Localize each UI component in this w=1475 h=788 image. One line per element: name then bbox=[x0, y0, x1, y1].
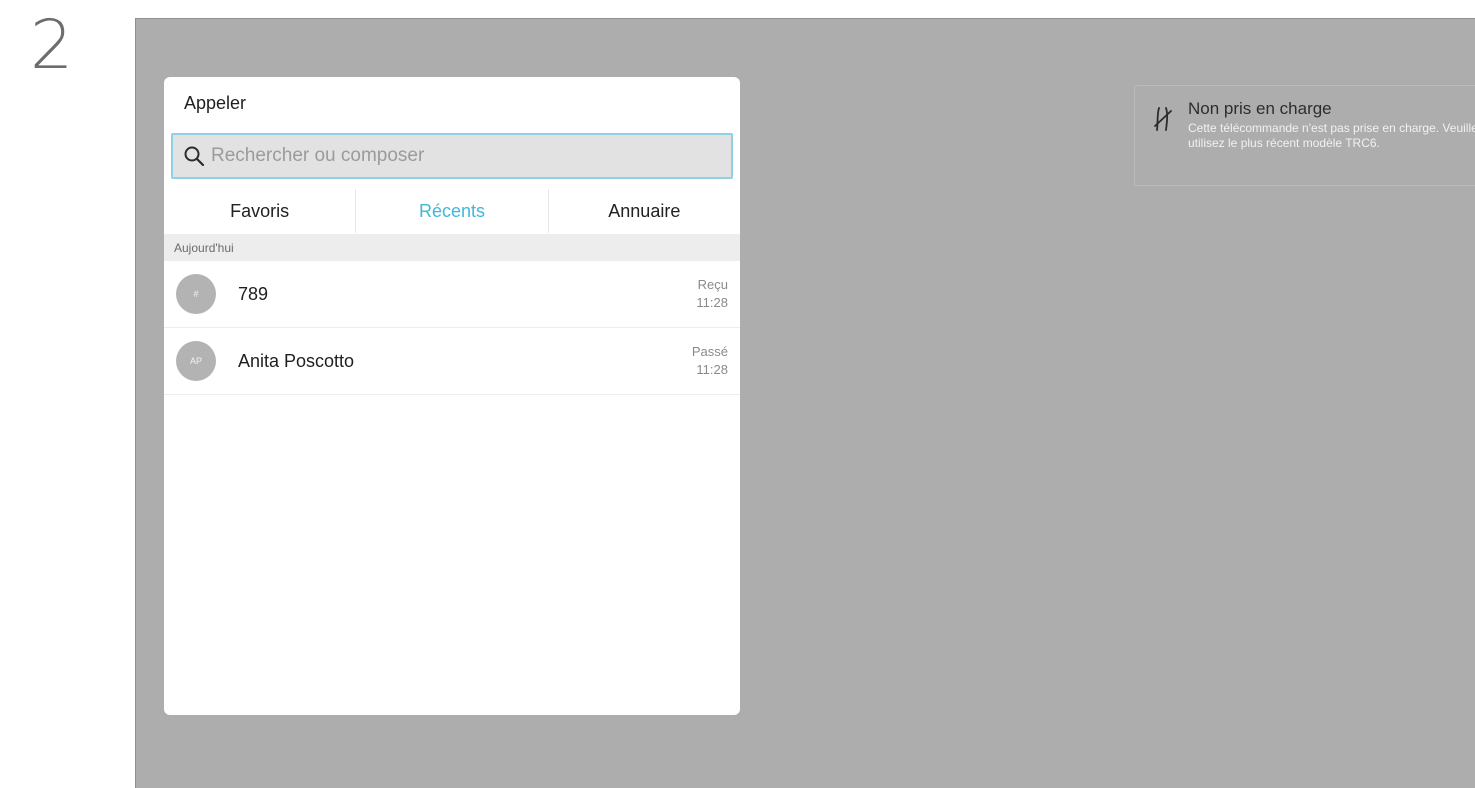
contact-name: Anita Poscotto bbox=[238, 350, 355, 371]
tabs: Favoris Récents Annuaire bbox=[164, 189, 740, 233]
call-time: 11:28 bbox=[696, 295, 728, 310]
tab-recents[interactable]: Récents bbox=[356, 189, 549, 233]
step-number: 2 bbox=[30, 6, 74, 85]
avatar: # bbox=[176, 274, 216, 314]
call-meta: Reçu 11:28 bbox=[696, 276, 728, 312]
call-panel: Appeler Favoris Récents Annuaire Aujourd… bbox=[164, 77, 740, 715]
search-input[interactable] bbox=[211, 145, 731, 167]
call-time: 11:28 bbox=[696, 362, 728, 377]
remote-unsupported-icon bbox=[1153, 106, 1173, 132]
recents-list: # 789 Reçu 11:28 AP Anita Poscotto Passé… bbox=[164, 261, 740, 395]
screen: Appeler Favoris Récents Annuaire Aujourd… bbox=[135, 18, 1475, 788]
avatar: AP bbox=[176, 341, 216, 381]
search-icon bbox=[183, 145, 205, 167]
panel-title: Appeler bbox=[184, 93, 247, 113]
section-header-today: Aujourd'hui bbox=[164, 234, 740, 261]
toast-title: Non pris en charge bbox=[1188, 99, 1332, 118]
list-item[interactable]: AP Anita Poscotto Passé 11:28 bbox=[164, 328, 740, 395]
call-meta: Passé 11:28 bbox=[692, 343, 728, 379]
call-status: Reçu bbox=[697, 277, 728, 292]
tab-annuaire[interactable]: Annuaire bbox=[549, 189, 740, 233]
search-box[interactable] bbox=[171, 133, 733, 179]
list-item[interactable]: # 789 Reçu 11:28 bbox=[164, 261, 740, 328]
contact-name: 789 bbox=[238, 283, 269, 304]
toast-body: Cette télécommande n'est pas prise en ch… bbox=[1188, 121, 1475, 150]
tab-favoris[interactable]: Favoris bbox=[164, 189, 357, 233]
unsupported-remote-toast: Non pris en charge Cette télécommande n'… bbox=[1134, 85, 1475, 186]
call-status: Passé bbox=[691, 344, 728, 359]
